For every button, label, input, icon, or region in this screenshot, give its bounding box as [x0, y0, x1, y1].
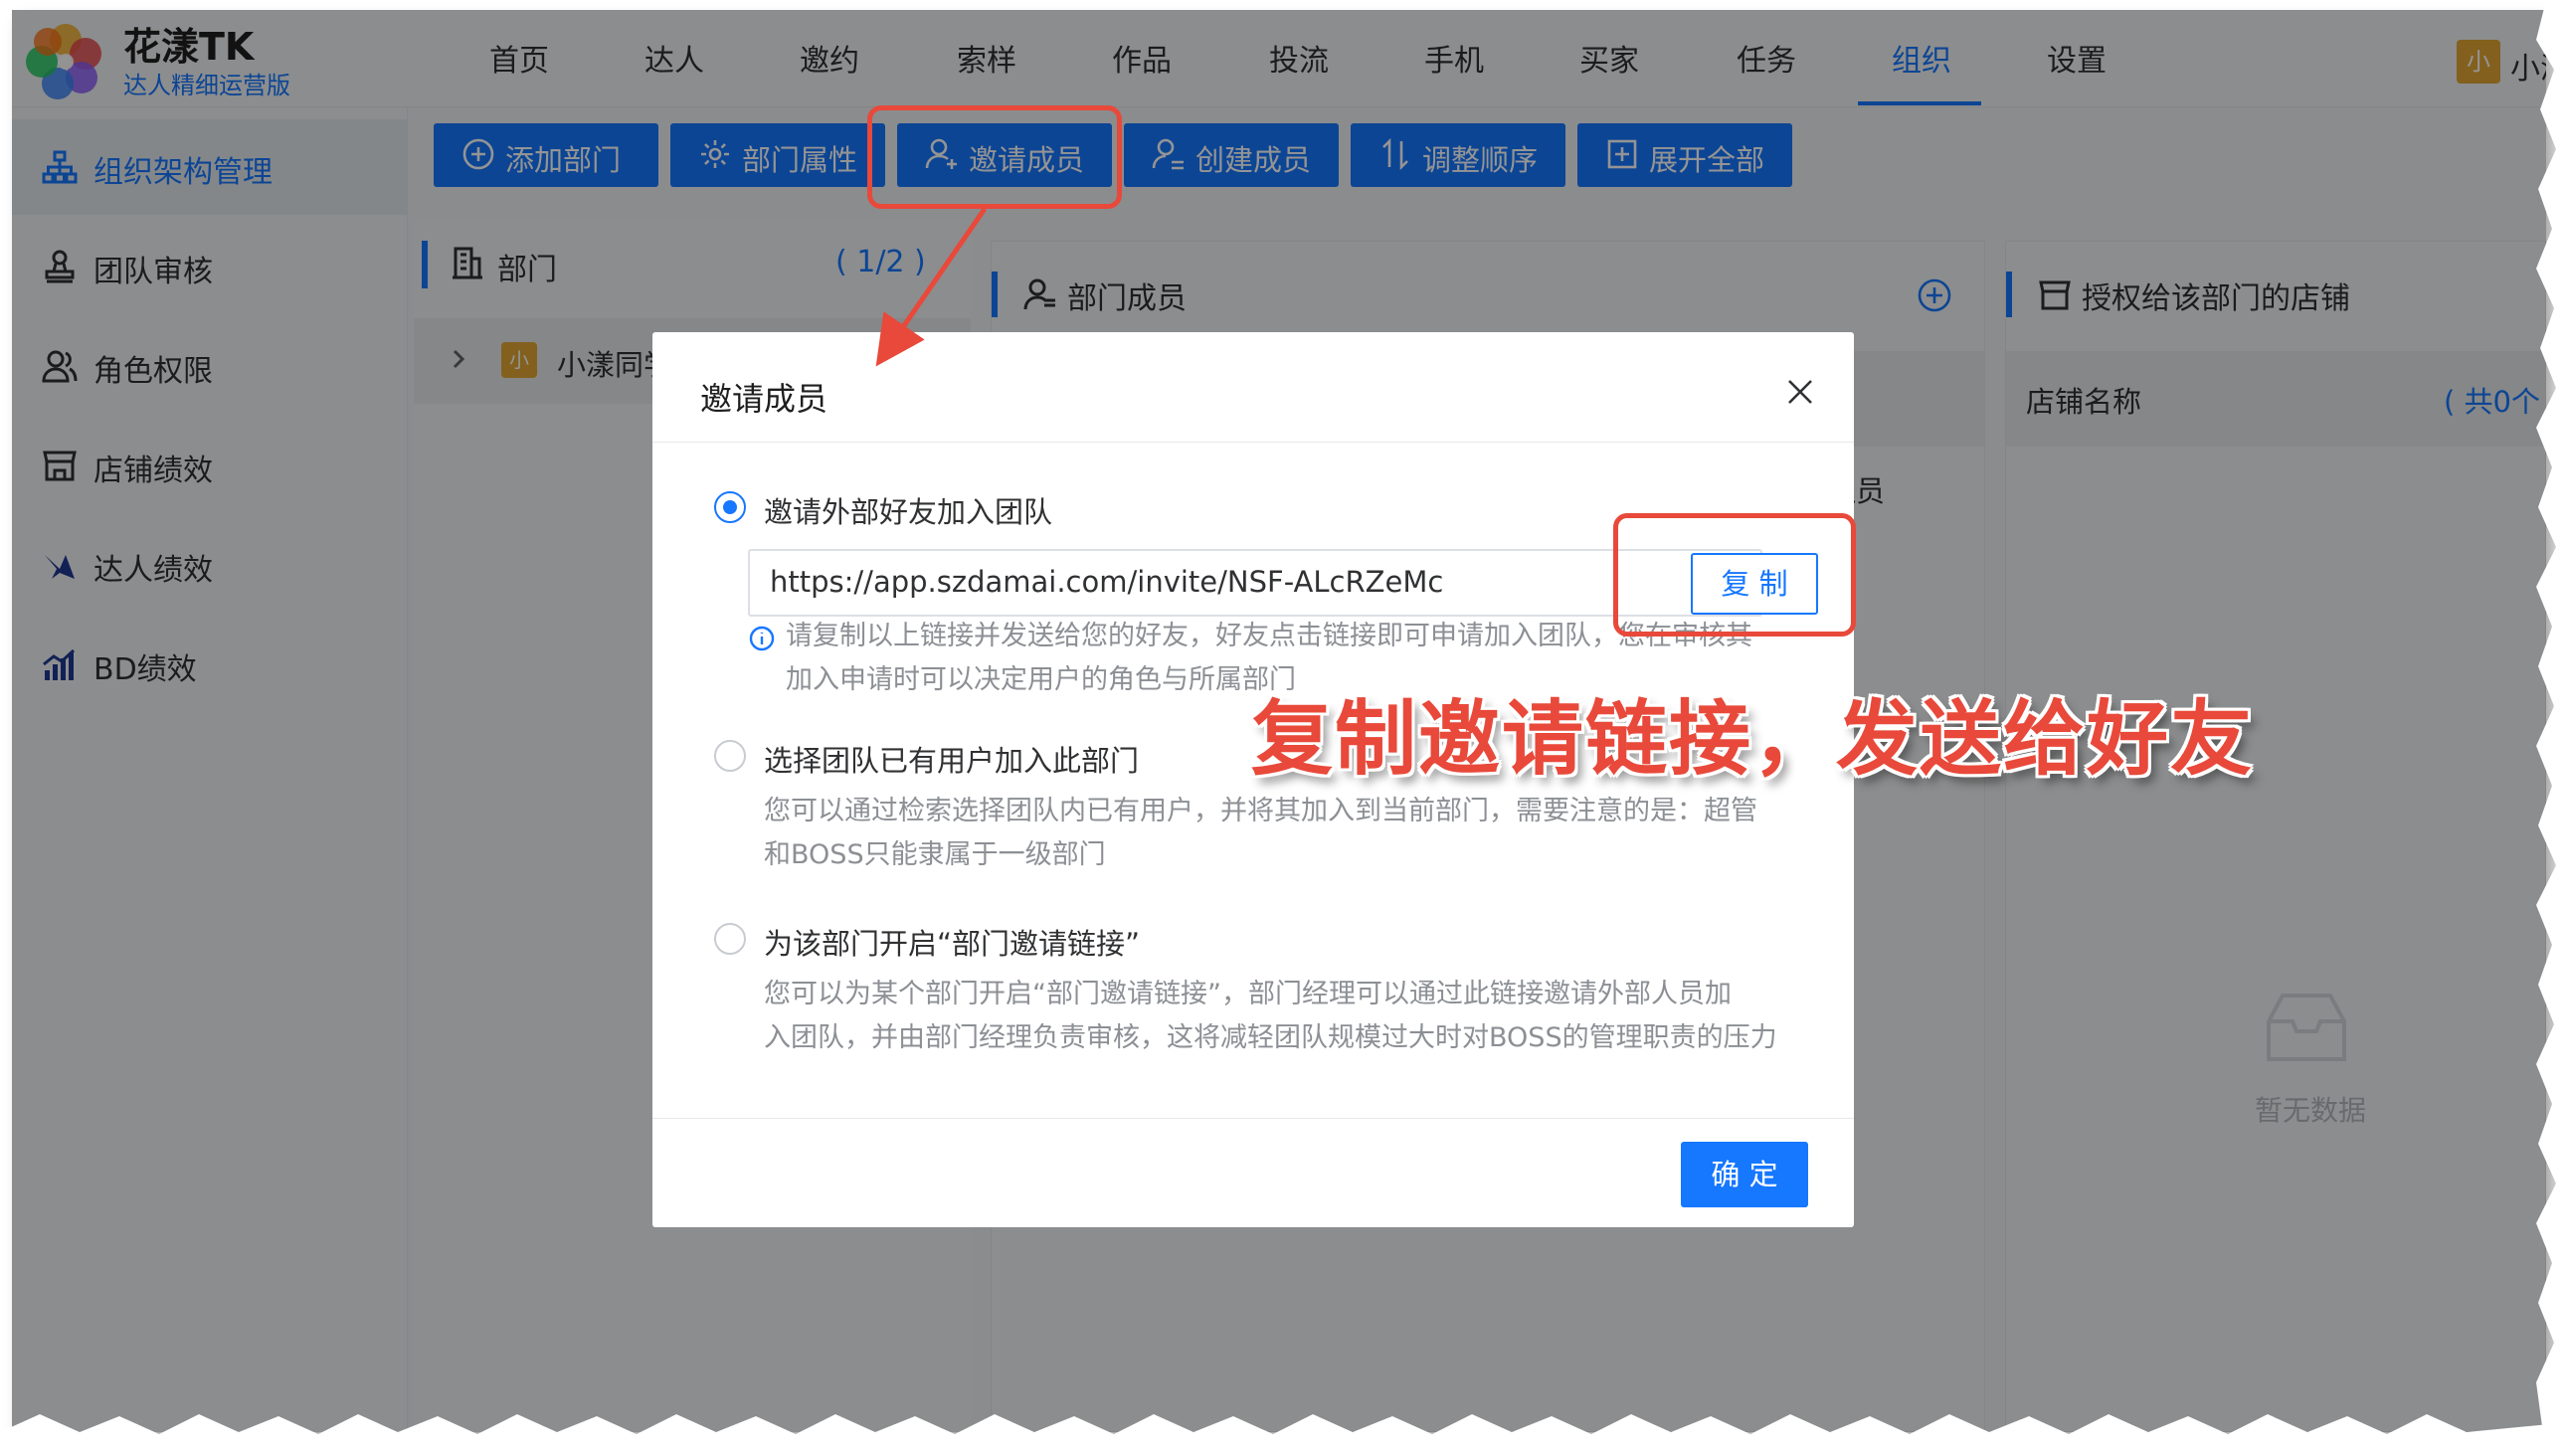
confirm-button[interactable]: 确 定	[1681, 1142, 1808, 1207]
invite-link-text: https://app.szdamai.com/invite/NSF-ALcRZ…	[770, 565, 1444, 599]
option-select-existing-label: 选择团队已有用户加入此部门	[764, 744, 1140, 778]
radio-invite-external[interactable]	[714, 491, 746, 523]
dialog-divider	[652, 442, 1854, 443]
option-enable-dept-link-label: 为该部门开启“部门邀请链接”	[764, 927, 1141, 961]
option-enable-dept-link-desc-line2: 入团队，并由部门经理负责审核，这将减轻团队规模过大时对BOSS的管理职责的压力	[764, 1022, 1777, 1053]
highlight-invite-button	[867, 105, 1122, 209]
highlight-copy-button	[1613, 513, 1856, 637]
dialog-divider	[652, 1118, 1854, 1119]
dialog-title: 邀请成员	[700, 380, 828, 418]
invite-link-hint-line2: 加入申请时可以决定用户的角色与所属部门	[786, 664, 1296, 695]
radio-enable-dept-link[interactable]	[714, 923, 746, 955]
invite-link-hint-line1: 请复制以上链接并发送给您的好友，好友点击链接即可申请加入团队，您在审核其	[786, 621, 1752, 651]
option-enable-dept-link-desc-line1: 您可以为某个部门开启“部门邀请链接”，部门经理可以通过此链接邀请外部人员加	[764, 979, 1732, 1009]
annotation-callout: 复制邀请链接，发送给好友	[1251, 692, 2255, 787]
invite-link-field[interactable]: https://app.szdamai.com/invite/NSF-ALcRZ…	[748, 549, 1762, 617]
option-select-existing-desc-line1: 您可以通过检索选择团队内已有用户，并将其加入到当前部门，需要注意的是：超管	[764, 796, 1757, 826]
option-invite-external-label: 邀请外部好友加入团队	[764, 495, 1053, 529]
torn-edge-right	[2506, 0, 2570, 1456]
torn-edge-bottom	[0, 1414, 2570, 1456]
info-icon	[749, 626, 775, 651]
close-icon[interactable]	[1784, 376, 1816, 408]
radio-select-existing[interactable]	[714, 740, 746, 772]
option-select-existing-desc-line2: 和BOSS只能隶属于一级部门	[764, 839, 1106, 870]
